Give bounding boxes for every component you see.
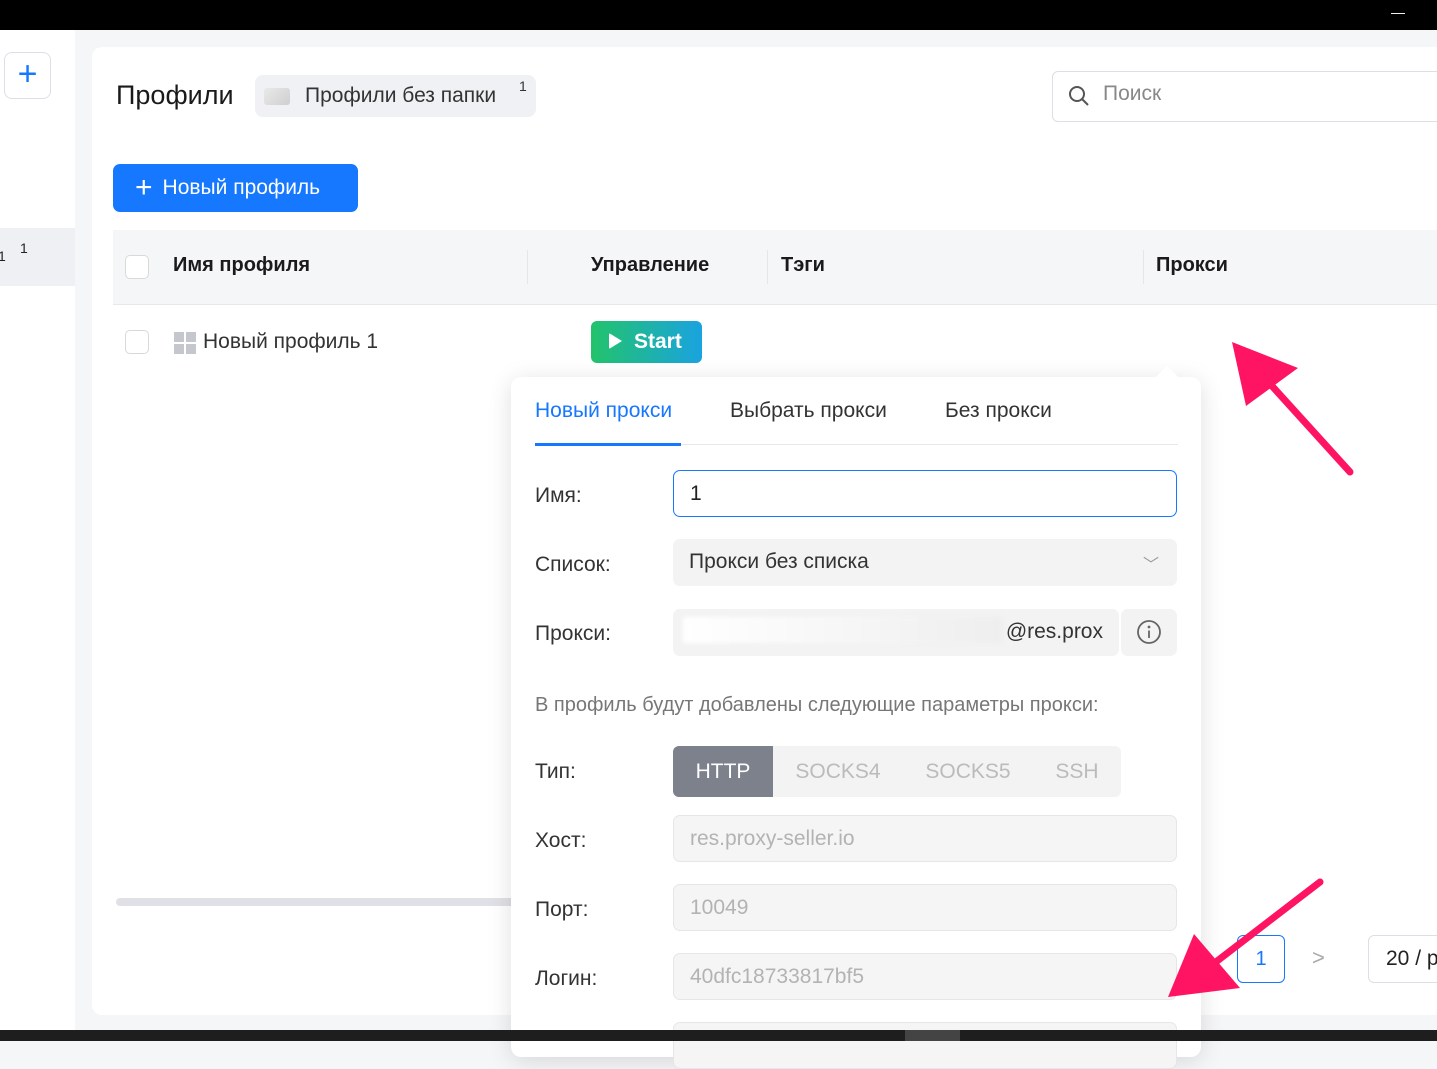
column-header-proxy[interactable]: Прокси (1156, 254, 1228, 277)
proxy-type-segmented: HTTP SOCKS4 SOCKS5 SSH (673, 746, 1121, 797)
tab-select-proxy[interactable]: Выбрать прокси (730, 399, 887, 423)
info-button[interactable] (1121, 609, 1177, 656)
column-header-name[interactable]: Имя профиля (173, 254, 310, 277)
column-divider (767, 250, 768, 284)
proxy-label: Прокси: (535, 622, 611, 645)
select-all-checkbox[interactable] (125, 255, 149, 279)
sidebar-item-count: 1 (20, 240, 28, 256)
search-input[interactable] (1103, 82, 1403, 106)
proxy-popover: Новый прокси Выбрать прокси Без прокси И… (511, 365, 1201, 1069)
folder-count: 1 (519, 78, 527, 94)
type-socks4[interactable]: SOCKS4 (773, 746, 903, 797)
new-profile-button[interactable]: + Новый профиль (113, 164, 358, 212)
name-label: Имя: (535, 484, 582, 507)
start-label: Start (634, 330, 682, 353)
sidebar (0, 30, 75, 1030)
search-box[interactable] (1052, 71, 1437, 122)
plus-icon: + (135, 171, 153, 204)
type-ssh[interactable]: SSH (1033, 746, 1121, 797)
search-icon (1068, 85, 1090, 112)
proxy-string-input[interactable]: @res.prox (673, 609, 1119, 656)
column-divider (1143, 250, 1144, 284)
list-value: Прокси без списка (689, 550, 869, 573)
next-page-button[interactable]: > (1312, 945, 1325, 971)
profile-name[interactable]: Новый профиль 1 (203, 330, 378, 354)
proxy-string-value: @res.prox (1005, 620, 1103, 643)
tab-no-proxy[interactable]: Без прокси (945, 399, 1052, 423)
folder-icon (264, 88, 290, 105)
minimize-button[interactable]: — (1391, 4, 1405, 20)
port-input[interactable]: 10049 (673, 884, 1177, 931)
info-icon (1137, 620, 1161, 644)
proxy-params-hint: В профиль будут добавлены следующие пара… (535, 694, 1099, 716)
chevron-down-icon: ﹀ (1142, 557, 1159, 574)
proxy-list-select[interactable]: Прокси без списка ﹀ (673, 539, 1177, 586)
row-checkbox[interactable] (125, 330, 149, 354)
sidebar-item-label: 1 (0, 248, 6, 264)
column-header-control[interactable]: Управление (591, 254, 709, 277)
folder-chip[interactable]: Профили без папки 1 (255, 75, 536, 117)
play-icon (609, 333, 622, 349)
page-1-button[interactable]: 1 (1237, 935, 1285, 983)
active-tab-indicator (535, 443, 681, 446)
new-profile-label: Новый профиль (162, 176, 321, 199)
proxy-name-input[interactable] (673, 470, 1177, 517)
add-folder-button[interactable]: + (4, 52, 51, 99)
profile-grid-icon (174, 332, 196, 354)
type-http[interactable]: HTTP (673, 746, 773, 797)
blurred-credentials (683, 617, 1003, 643)
login-label: Логин: (535, 967, 598, 990)
host-label: Хост: (535, 829, 587, 852)
table-header: Имя профиля Управление Тэги Прокси (113, 230, 1437, 305)
list-label: Список: (535, 553, 611, 576)
folder-label: Профили без папки (305, 84, 497, 107)
sidebar-item-folder[interactable]: 1 1 (0, 228, 75, 286)
page-title: Профили (116, 80, 234, 110)
page-size-select[interactable]: 20 / p (1368, 935, 1437, 983)
taskbar-scroll-thumb[interactable] (905, 1030, 960, 1041)
column-header-tags[interactable]: Тэги (781, 254, 825, 277)
horizontal-scrollbar[interactable] (116, 898, 516, 906)
port-label: Порт: (535, 898, 589, 921)
login-input[interactable]: 40dfc18733817bf5 (673, 953, 1177, 1000)
column-divider (527, 250, 528, 284)
type-label: Тип: (535, 760, 576, 783)
window-titlebar: — (0, 0, 1437, 30)
type-socks5[interactable]: SOCKS5 (903, 746, 1033, 797)
host-input[interactable]: res.proxy-seller.io (673, 815, 1177, 862)
taskbar (0, 1030, 1437, 1041)
start-button[interactable]: Start (591, 321, 702, 363)
tab-new-proxy[interactable]: Новый прокси (535, 399, 672, 423)
